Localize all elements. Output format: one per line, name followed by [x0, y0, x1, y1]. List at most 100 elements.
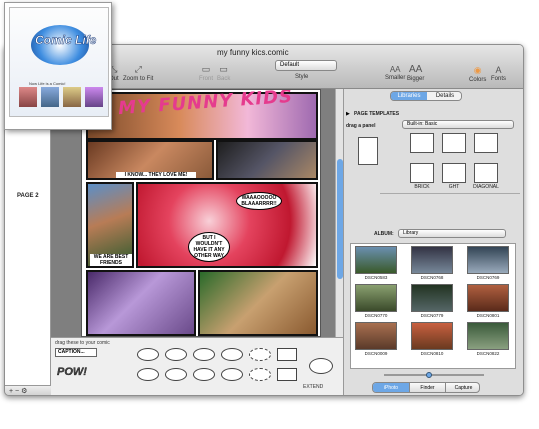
album-label: ALBUM:: [374, 231, 394, 237]
speech-balloon[interactable]: [165, 348, 187, 361]
template-grid[interactable]: [442, 163, 466, 183]
speech-balloon[interactable]: [193, 348, 215, 361]
template-name-ght: GHT: [448, 184, 460, 190]
disclosure-triangle-icon[interactable]: ▶: [346, 111, 350, 117]
color-wheel-icon: ◉: [473, 65, 482, 75]
photo-thumbnail[interactable]: [355, 284, 397, 312]
slider-knob[interactable]: [426, 372, 432, 378]
caption-element[interactable]: CAPTION...: [55, 348, 97, 357]
slider-track: [384, 374, 484, 376]
box-caption[interactable]: [277, 368, 297, 381]
template-row-bottom: [380, 193, 520, 221]
caption-2: WAAAOOOOO BLAAARRRR!!: [236, 192, 282, 210]
comic-panel-5[interactable]: [86, 270, 196, 336]
caption-1: I KNOW... THEY LOVE ME!: [116, 172, 196, 178]
box-photo: [85, 87, 103, 107]
single-panel-template[interactable]: [358, 137, 378, 165]
library-panel: Libraries Details ▶ PAGE TEMPLATES drag …: [343, 89, 523, 395]
photo-thumbnail[interactable]: [355, 322, 397, 350]
smaller-text-icon: AA: [389, 65, 401, 74]
bigger-button[interactable]: AA Bigger: [407, 64, 424, 82]
box-photo: [19, 87, 37, 107]
canvas-scrollbar[interactable]: [335, 89, 343, 337]
tray-label: drag these to your comic: [55, 340, 110, 346]
whisper-balloon[interactable]: [193, 368, 215, 381]
photo-grid[interactable]: DSCN0583 DSCN0768 DSCN0769 DSCN0770 DSCN…: [350, 243, 516, 369]
back-button[interactable]: ▭ Back: [217, 64, 230, 82]
source-iphoto[interactable]: iPhoto: [373, 383, 409, 392]
template-brick-top[interactable]: [410, 133, 434, 153]
photo-thumbnail[interactable]: [411, 246, 453, 274]
photo-thumbnail[interactable]: [467, 322, 509, 350]
caption-4: BUT I WOULDN'T HAVE IT ANY OTHER WAY: [188, 232, 230, 262]
comic-panel-2[interactable]: [216, 140, 318, 180]
fonts-button[interactable]: A Fonts: [491, 65, 506, 82]
extend-label: EXTEND: [303, 384, 324, 390]
template-brick[interactable]: [410, 163, 434, 183]
comic-page[interactable]: MY FUNNY KIDS I KNOW... THEY LOVE ME! WE…: [81, 89, 321, 337]
tab-libraries[interactable]: Libraries: [391, 92, 427, 100]
front-icon: ▭: [201, 64, 211, 74]
thought-balloon[interactable]: [165, 368, 187, 381]
comic-panel-6[interactable]: [198, 270, 318, 336]
box-caption[interactable]: [277, 348, 297, 361]
template-grid-top[interactable]: [442, 133, 466, 153]
speech-balloon[interactable]: [221, 348, 243, 361]
page-list-toolbar[interactable]: + − ⚙: [5, 385, 51, 395]
photo-name: DSCN0009: [364, 351, 388, 356]
photo-name: DSCN0822: [476, 351, 500, 356]
page-2-label: PAGE 2: [17, 193, 39, 199]
photo-name: DSCN0768: [420, 275, 444, 280]
album-select[interactable]: Library: [398, 229, 506, 238]
template-set-select[interactable]: Built-in: Basic: [402, 120, 514, 129]
source-segmented-control: iPhoto Finder Capture: [372, 382, 480, 393]
photo-thumbnail[interactable]: [467, 284, 509, 312]
box-tagline: Now Life is a Comic!: [29, 81, 66, 86]
speech-balloon[interactable]: [221, 368, 243, 381]
thought-balloon[interactable]: [137, 368, 159, 381]
source-capture[interactable]: Capture: [445, 383, 479, 392]
page-list[interactable]: PAGE 2: [5, 89, 51, 385]
style-select[interactable]: Default: [275, 60, 337, 71]
product-box-art: Comic Life Now Life is a Comic!: [4, 2, 112, 130]
comic-panel-4[interactable]: WAAAOOOOO BLAAARRRR!! BUT I WOULDN'T HAV…: [136, 182, 318, 268]
photo-thumbnail[interactable]: [411, 322, 453, 350]
source-finder[interactable]: Finder: [409, 383, 445, 392]
photo-name: DSCN0583: [364, 275, 388, 280]
back-icon: ▭: [219, 64, 228, 74]
photo-name: DSCN0779: [420, 313, 444, 318]
zoom-fit-icon: ⤢: [134, 64, 142, 74]
drag-panel-label: drag a panel: [346, 123, 376, 129]
fonts-icon: A: [495, 65, 502, 75]
smaller-button[interactable]: AA Smaller: [385, 65, 405, 81]
library-tabs: Libraries Details: [390, 91, 462, 101]
zoom-to-fit-button[interactable]: ⤢ Zoom to Fit: [123, 64, 153, 82]
photo-thumbnail[interactable]: [467, 246, 509, 274]
bigger-text-icon: AA: [409, 64, 423, 75]
template-name-diagonal: DIAGONAL: [473, 184, 499, 190]
tab-details[interactable]: Details: [427, 92, 461, 100]
template-diagonal[interactable]: [474, 163, 498, 183]
balloon-tray: drag these to your comic CAPTION... POW!…: [51, 337, 343, 395]
comic-panel-3[interactable]: WE ARE BEST FRIENDS: [86, 182, 134, 268]
pow-lettering[interactable]: POW!: [57, 366, 87, 378]
box-photo: [63, 87, 81, 107]
front-button[interactable]: ▭ Front: [199, 64, 213, 82]
burst-balloon[interactable]: [249, 368, 271, 381]
page-templates-label: PAGE TEMPLATES: [354, 111, 400, 117]
window-title: my funny kics.comic: [217, 48, 289, 57]
burst-balloon[interactable]: [249, 348, 271, 361]
template-diagonal-top[interactable]: [474, 133, 498, 153]
photo-thumbnail[interactable]: [411, 284, 453, 312]
photo-thumbnail[interactable]: [355, 246, 397, 274]
extend-balloon[interactable]: [309, 358, 333, 374]
colors-button[interactable]: ◉ Colors: [469, 65, 486, 83]
photo-name: DSCN0801: [476, 313, 500, 318]
box-photo: [41, 87, 59, 107]
comic-panel-1[interactable]: I KNOW... THEY LOVE ME!: [86, 140, 214, 180]
thumbnail-size-slider[interactable]: [384, 372, 484, 378]
photo-name: DSCN0770: [364, 313, 388, 318]
speech-balloon[interactable]: [137, 348, 159, 361]
caption-3: WE ARE BEST FRIENDS: [90, 254, 132, 266]
template-name-brick: BRICK: [414, 184, 430, 190]
